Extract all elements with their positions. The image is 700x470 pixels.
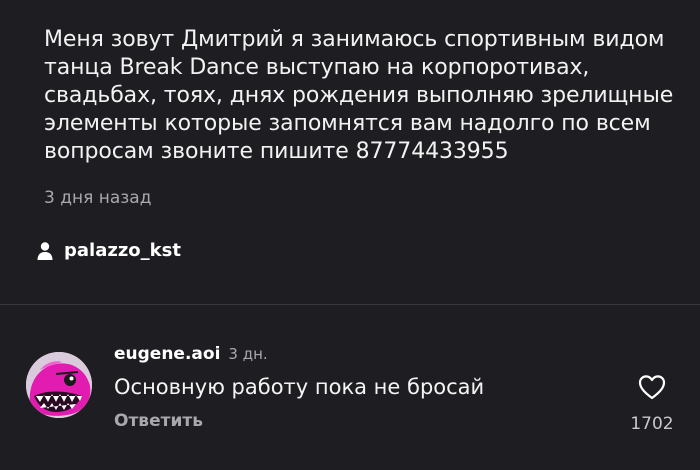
video-description-panel: Меня зовут Дмитрий я занимаюсь спортивны… <box>0 0 700 470</box>
post-timestamp: 3 дня назад <box>44 188 152 208</box>
comment-time: 3 дн. <box>228 345 268 363</box>
comment-username[interactable]: eugene.aoi <box>114 344 220 364</box>
divider <box>0 304 700 305</box>
pink-shark-avatar-icon <box>26 352 92 418</box>
person-icon <box>37 241 53 260</box>
comment-text: Основную работу пока не бросай <box>114 375 485 399</box>
like-block: 1702 <box>622 374 682 434</box>
like-count: 1702 <box>630 414 674 434</box>
author-link[interactable]: palazzo_kst <box>36 240 181 261</box>
heart-outline-icon[interactable] <box>638 374 666 400</box>
comment-body: eugene.aoi 3 дн. Основную работу пока не… <box>114 344 484 431</box>
author-name: palazzo_kst <box>64 240 181 261</box>
comment-avatar[interactable] <box>26 352 92 418</box>
comment-item: eugene.aoi 3 дн. Основную работу пока не… <box>26 344 686 454</box>
comment-header: eugene.aoi 3 дн. <box>114 344 484 364</box>
post-description: Меня зовут Дмитрий я занимаюсь спортивны… <box>44 27 674 164</box>
reply-button[interactable]: Ответить <box>114 411 484 431</box>
